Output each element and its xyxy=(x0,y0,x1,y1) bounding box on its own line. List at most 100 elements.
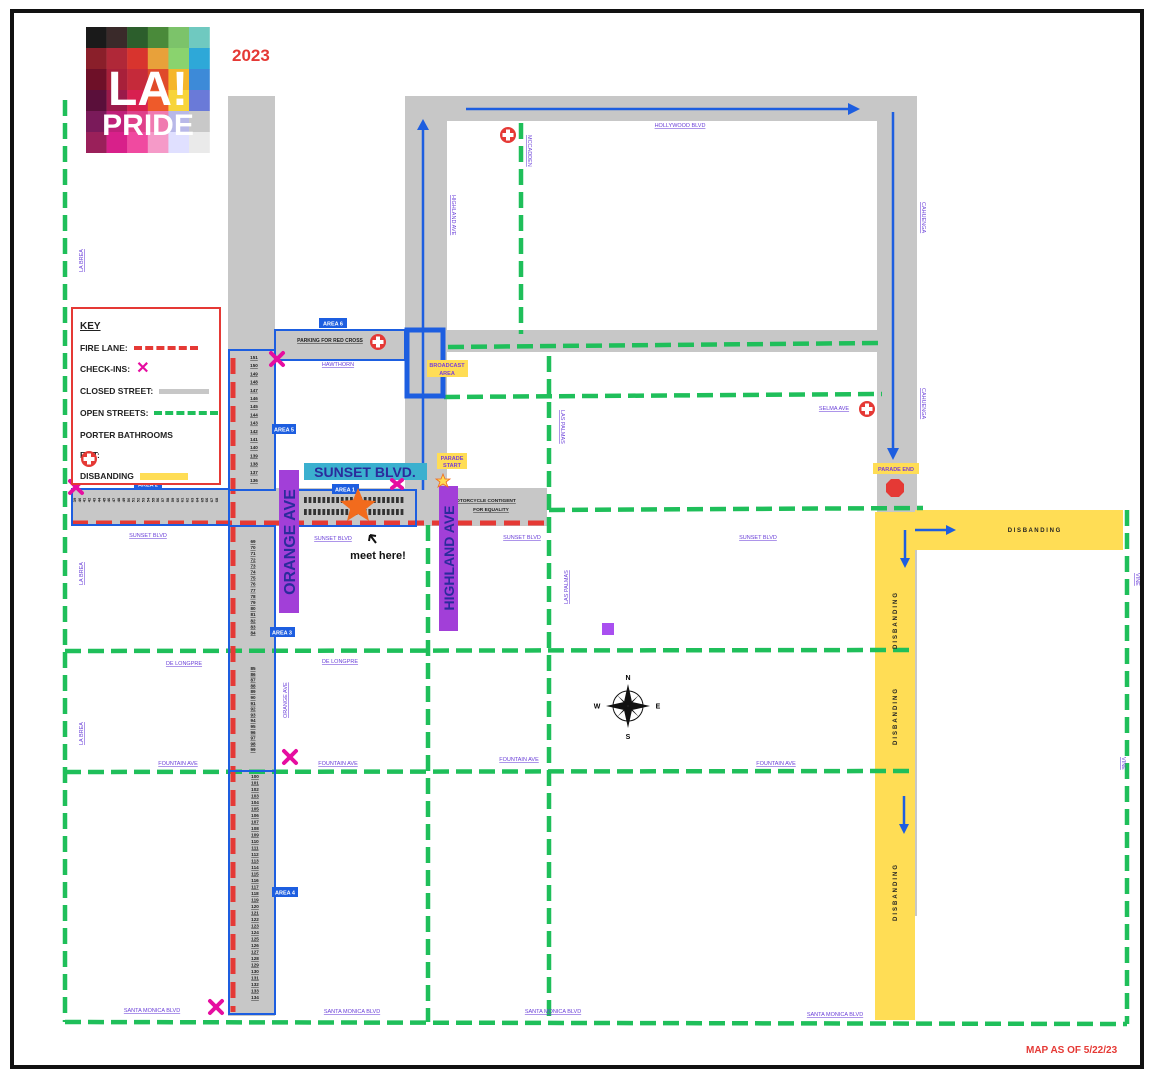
slot-number: 136 xyxy=(250,478,258,483)
slot-number: 103 xyxy=(251,794,259,799)
slot-number: 146 xyxy=(250,396,258,401)
slot-number: 45 xyxy=(101,497,106,502)
slot-number: 150 xyxy=(250,363,258,368)
parking-red-cross-label: PARKING FOR RED CROSS xyxy=(297,338,363,344)
slot-number: 131 xyxy=(251,976,259,981)
slot-number: 61 xyxy=(180,497,185,502)
slot-number: 52 xyxy=(136,497,141,502)
checkin-x-icon xyxy=(390,478,404,490)
slot-number: 71 xyxy=(250,551,256,556)
slot-number: 148 xyxy=(250,380,258,385)
emt-cross-icon xyxy=(500,127,516,143)
slot-number: 47 xyxy=(111,497,116,502)
slot-number: 121 xyxy=(251,911,259,916)
street-sunset-2: SUNSET BLVD xyxy=(314,536,352,542)
closed-street-selma-north xyxy=(447,330,887,352)
slot-number: 84 xyxy=(250,631,256,636)
open-streets xyxy=(62,100,1130,1027)
logo-tile xyxy=(189,69,210,91)
street-delongpre-1: DE LONGPRE xyxy=(166,661,202,667)
slot-number: 127 xyxy=(251,950,259,955)
slot-mark xyxy=(386,509,390,515)
slot-number: 116 xyxy=(251,878,259,883)
disbanding-vertical-2: DISBANDING xyxy=(893,687,899,745)
slot-number: 58 xyxy=(165,497,170,502)
slot-mark xyxy=(327,509,330,515)
slot-number: 96 xyxy=(250,730,256,735)
slot-number: 117 xyxy=(251,885,259,890)
slot-number: 123 xyxy=(251,924,259,929)
slot-number: 138 xyxy=(250,462,258,467)
street-fountain-4: FOUNTAIN AVE xyxy=(756,761,796,767)
key-item-fire-lane: FIRE LANE: xyxy=(80,343,198,353)
motorcycle-label-2: FOR EQUALITY xyxy=(473,507,510,513)
slot-mark xyxy=(304,497,307,503)
slot-number: 137 xyxy=(250,470,258,475)
slot-number: 68 xyxy=(214,497,219,502)
slot-number: 94 xyxy=(250,718,256,723)
logo-tile xyxy=(168,27,190,49)
parade-start-1: PARADE xyxy=(441,456,464,462)
broadcast-label-1: BROADCAST xyxy=(429,363,465,369)
slot-mark xyxy=(327,497,330,503)
slot-mark xyxy=(391,509,395,515)
slot-number: 54 xyxy=(145,497,150,502)
closed-street-sunset xyxy=(72,488,547,526)
slot-number: 83 xyxy=(250,624,256,629)
slot-number: 118 xyxy=(251,891,259,896)
slot-number: 70 xyxy=(250,545,256,550)
slot-number: 62 xyxy=(185,497,190,502)
slot-number: 74 xyxy=(250,570,256,575)
logo-tile xyxy=(106,27,128,49)
slot-number: 100 xyxy=(251,774,259,779)
slot-mark xyxy=(377,497,381,503)
street-highland: HIGHLAND AVE xyxy=(450,195,456,236)
broadcast-label-2: AREA xyxy=(439,371,455,377)
slot-number: 124 xyxy=(251,930,259,935)
parade-end-stop-icon xyxy=(886,479,904,497)
slots-area4: 100 101102 103104 105106 107108 109110 111112 1… xyxy=(251,774,259,1000)
street-vine-2: VINE xyxy=(1120,757,1126,770)
street-santamonica-4: SANTA MONICA BLVD xyxy=(807,1012,863,1018)
slot-number: 105 xyxy=(251,807,259,812)
slot-number: 44 xyxy=(96,497,101,502)
slot-number: 48 xyxy=(116,497,121,502)
slot-mark xyxy=(331,497,335,503)
key-item-porter: PORTER BATHROOMS xyxy=(80,430,173,440)
slot-number: 66 xyxy=(204,497,209,502)
area3-tag: AREA 3 xyxy=(272,631,292,637)
street-santamonica-1: SANTA MONICA BLVD xyxy=(124,1008,180,1014)
map-key: KEY FIRE LANE: CHECK-INS: ✕ CLOSED STREE… xyxy=(71,307,221,485)
slot-number: 126 xyxy=(251,943,259,948)
area4-tag: AREA 4 xyxy=(275,891,296,897)
logo-tile xyxy=(147,27,169,49)
compass-s: S xyxy=(626,734,631,741)
checkin-x-icon xyxy=(282,749,298,765)
slot-number: 98 xyxy=(250,741,256,746)
street-hawthorn: HAWTHORN xyxy=(322,362,354,368)
slot-mark xyxy=(322,509,326,515)
slot-number: 85 xyxy=(250,666,256,671)
orange-big-label: ORANGE AVE xyxy=(282,489,299,595)
slot-number: 51 xyxy=(131,497,136,502)
slot-mark xyxy=(377,509,381,515)
slot-number: 67 xyxy=(209,497,214,502)
slot-number: 104 xyxy=(251,800,259,805)
slot-mark xyxy=(304,509,307,515)
street-sunset-1: SUNSET BLVD xyxy=(129,533,167,539)
slot-number: 132 xyxy=(251,982,259,987)
street-orange-small: ORANGE AVE xyxy=(283,682,289,718)
street-labrea-3: LA BREA xyxy=(79,722,85,745)
slot-mark xyxy=(317,497,321,503)
slot-number: 65 xyxy=(199,497,204,502)
street-fountain-2: FOUNTAIN AVE xyxy=(318,761,358,767)
area1-tag: AREA 1 xyxy=(335,488,355,494)
slot-number: 41 xyxy=(82,497,87,502)
slot-number: 97 xyxy=(250,736,256,741)
key-item-open-streets: OPEN STREETS: xyxy=(80,408,219,418)
slot-number: 139 xyxy=(250,453,258,458)
slot-number: 90 xyxy=(250,695,256,700)
street-labrea-1: LA BREA xyxy=(79,249,85,272)
slot-number: 112 xyxy=(251,852,259,857)
slot-number: 128 xyxy=(251,956,259,961)
